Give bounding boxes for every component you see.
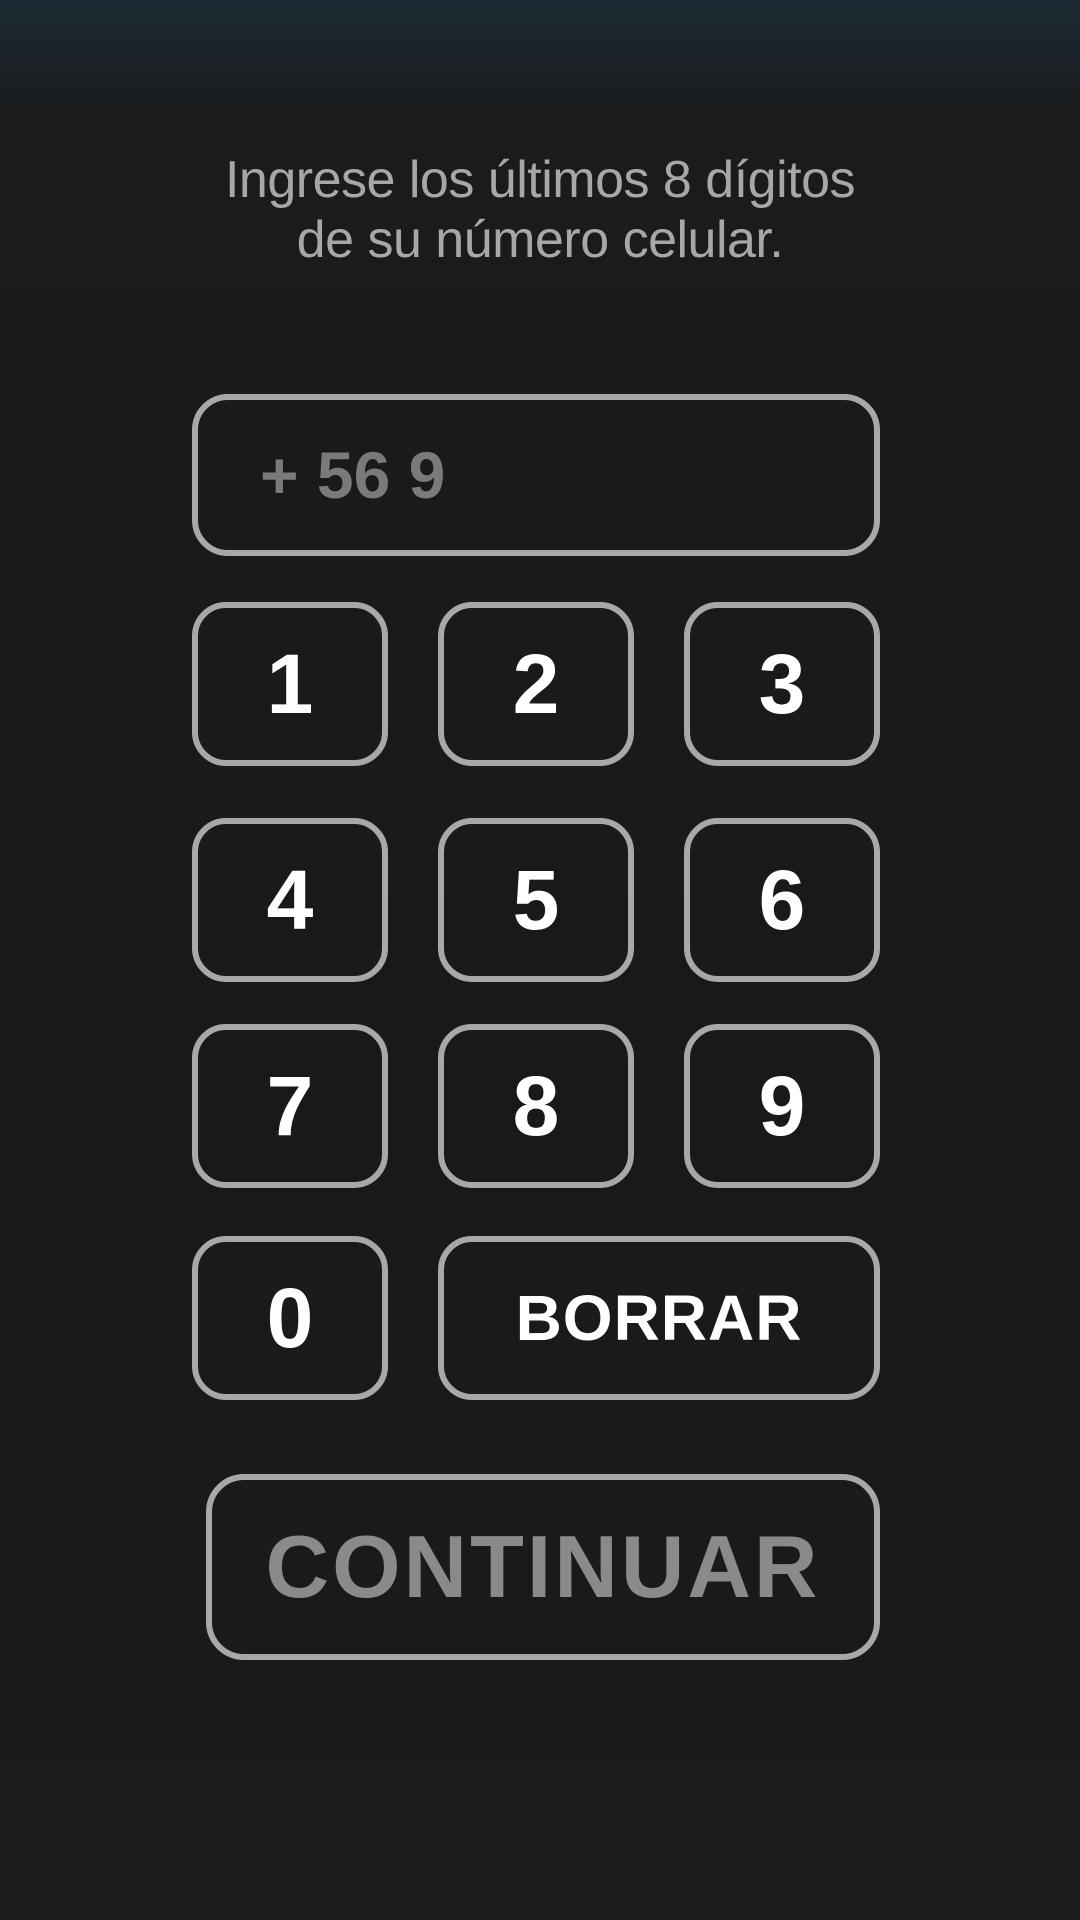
country-code-prefix: + 56 9 [260,438,446,512]
key-5[interactable]: 5 [438,818,634,982]
key-7[interactable]: 7 [192,1024,388,1188]
key-2[interactable]: 2 [438,602,634,766]
continue-button[interactable]: CONTINUAR [206,1474,880,1660]
instructions-line-2: de su número celular. [296,211,784,269]
key-4[interactable]: 4 [192,818,388,982]
delete-button[interactable]: BORRAR [438,1236,880,1400]
key-1[interactable]: 1 [192,602,388,766]
phone-number-field[interactable]: + 56 9 [192,394,880,556]
key-6[interactable]: 6 [684,818,880,982]
key-0[interactable]: 0 [192,1236,388,1400]
key-3[interactable]: 3 [684,602,880,766]
key-9[interactable]: 9 [684,1024,880,1188]
key-8[interactable]: 8 [438,1024,634,1188]
instructions-line-1: Ingrese los últimos 8 dígitos [224,151,856,209]
instructions-text: Ingrese los últimos 8 dígitos de su núme… [140,150,940,270]
